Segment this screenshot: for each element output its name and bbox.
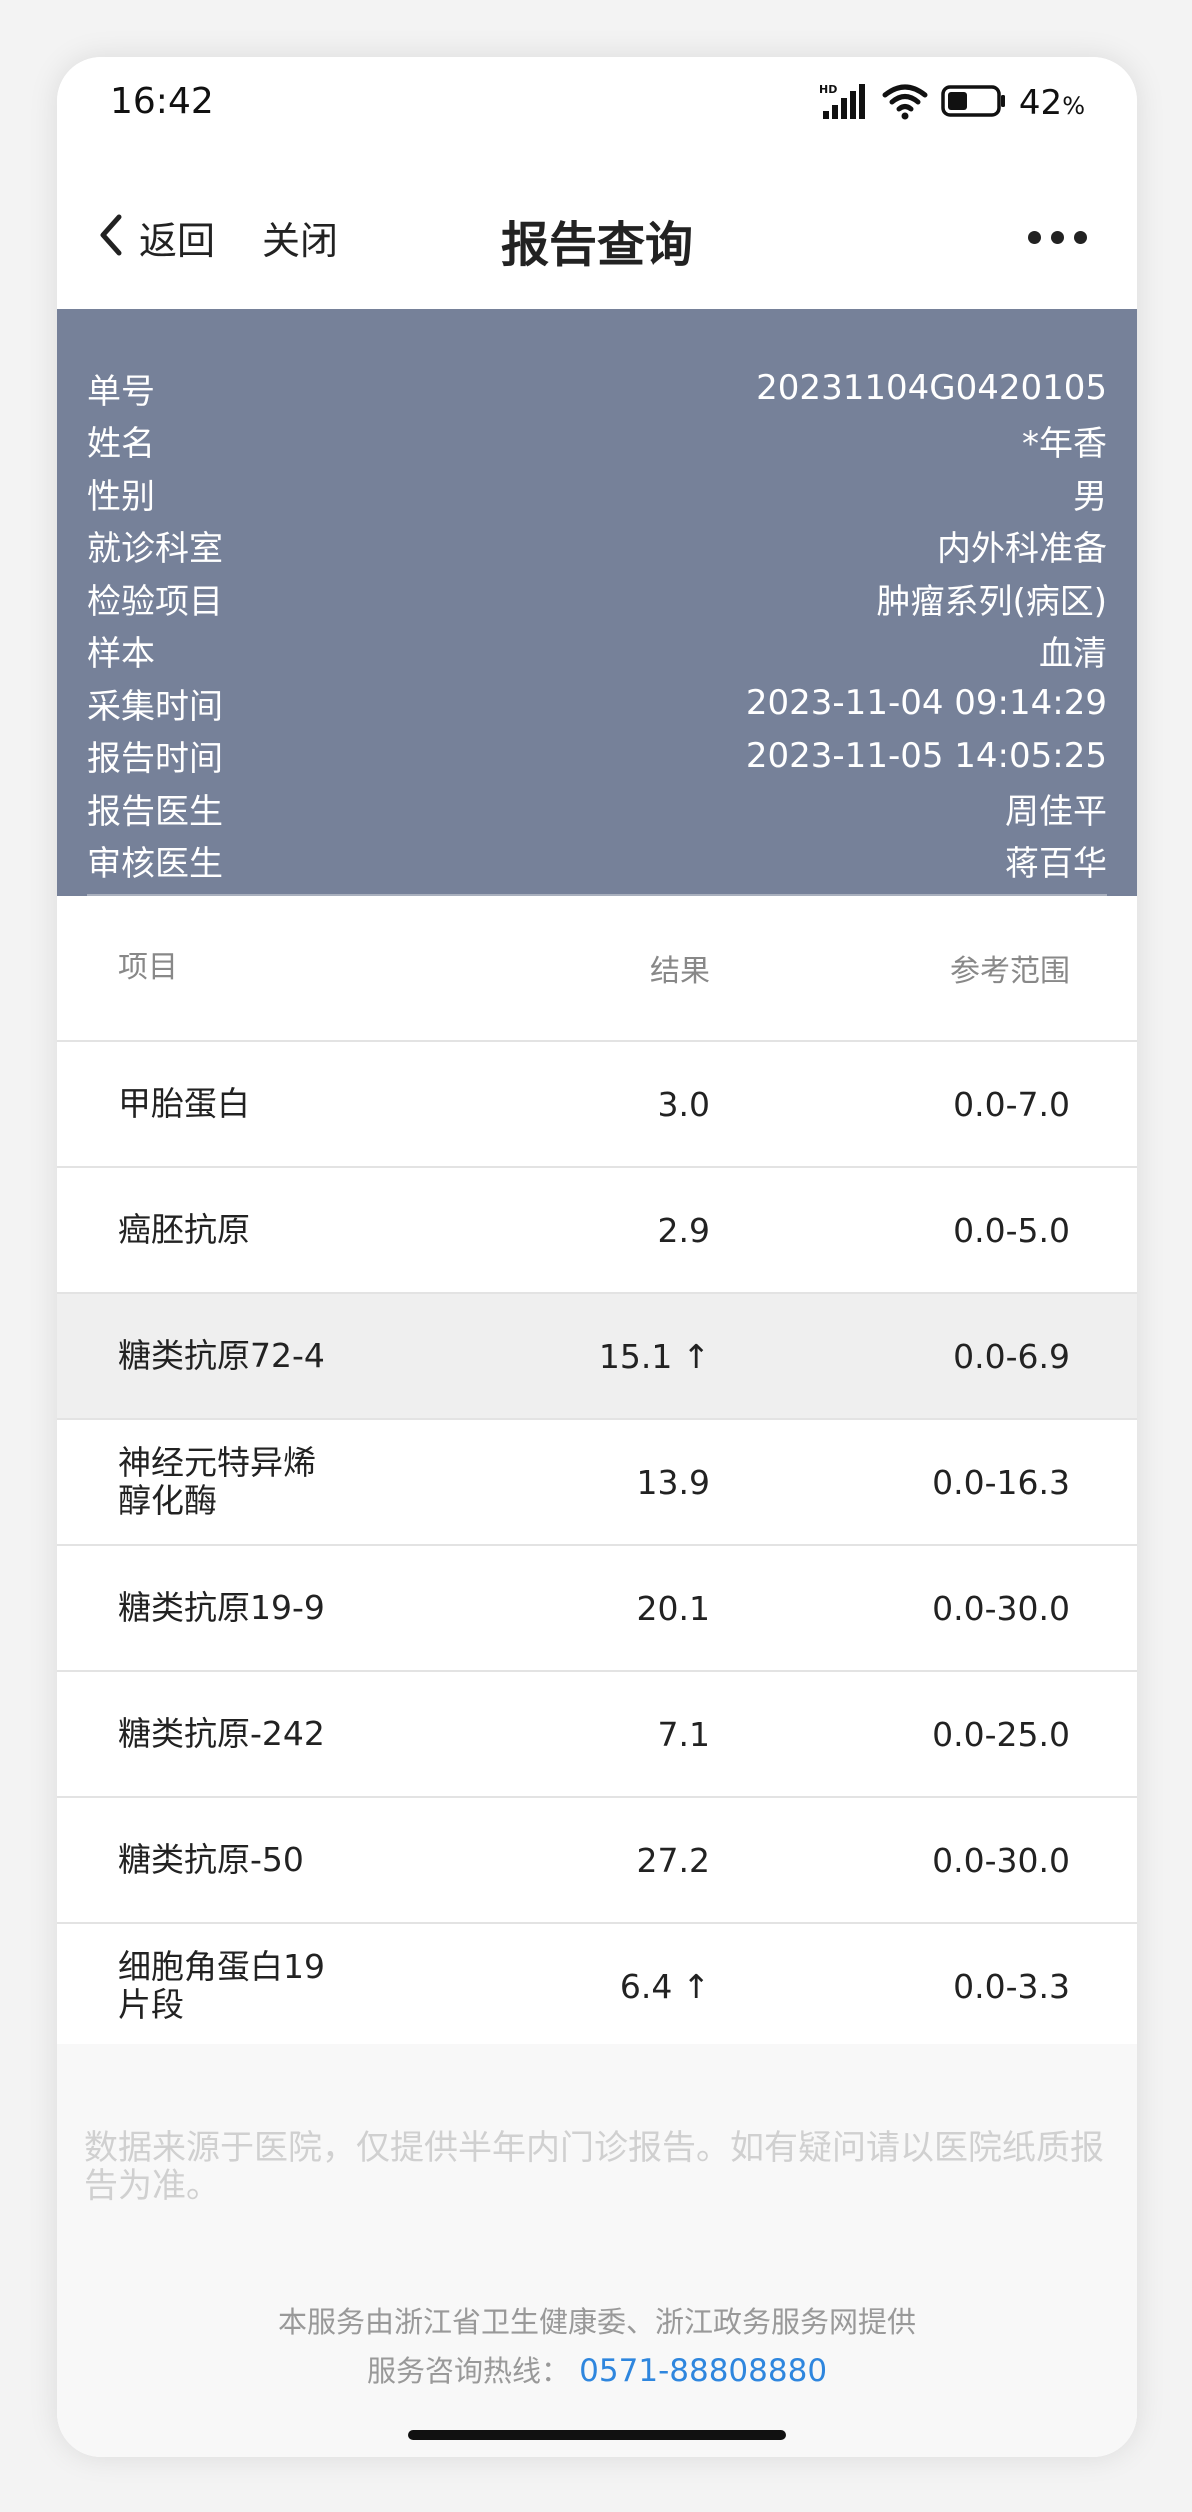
info-label: 姓名	[87, 424, 155, 465]
item-name: 糖类抗原-242	[118, 1714, 325, 1753]
item-name: 细胞角蛋白19 片段	[118, 1947, 325, 2024]
hotline-row: 服务咨询热线： 0571-88808880	[57, 2348, 1137, 2390]
item-range: 0.0-30.0	[932, 1840, 1070, 1880]
item-result: 27.2	[636, 1840, 710, 1880]
page-title: 报告查询	[500, 217, 693, 273]
info-row-report-time: 报告时间 2023-11-05 14:05:25	[87, 730, 1107, 783]
info-label: 报告时间	[87, 739, 223, 780]
item-range: 0.0-16.3	[932, 1462, 1070, 1502]
status-time: 16:42	[110, 81, 214, 122]
item-range: 0.0-30.0	[932, 1588, 1070, 1628]
signal-icon: HD	[819, 81, 869, 125]
more-dot-icon	[1027, 230, 1041, 244]
info-row-order-number: 单号 20231104G0420105	[87, 362, 1107, 415]
results-table: 项目 结果 参考范围 甲胎蛋白 3.0 0.0-7.0 癌胚抗原 2.9 0.0…	[57, 896, 1137, 2050]
info-value: 男	[1073, 476, 1107, 517]
disclaimer-text: 数据来源于医院，仅提供半年内门诊报告。如有疑问请以医院纸质报告为准。	[84, 2128, 1104, 2206]
footer: 数据来源于医院，仅提供半年内门诊报告。如有疑问请以医院纸质报告为准。 本服务由浙…	[57, 2044, 1137, 2457]
home-indicator[interactable]	[408, 2430, 786, 2440]
provider-text: 本服务由浙江省卫生健康委、浙江政务服务网提供	[277, 2305, 916, 2339]
info-value: 蒋百华	[1005, 844, 1107, 885]
status-icons: HD 42%	[819, 81, 1085, 125]
item-result: 7.1	[657, 1714, 710, 1754]
info-row-name: 姓名 *年香	[87, 415, 1107, 468]
header-result: 结果	[650, 954, 710, 989]
info-value: 肿瘤系列(病区)	[876, 581, 1107, 622]
info-label: 就诊科室	[87, 529, 223, 570]
table-row[interactable]: 细胞角蛋白19 片段 6.4 ↑ 0.0-3.3	[57, 1924, 1137, 2050]
item-name: 甲胎蛋白	[118, 1084, 250, 1123]
hotline-number-link[interactable]: 0571-88808880	[579, 2353, 827, 2389]
table-row[interactable]: 糖类抗原-242 7.1 0.0-25.0	[57, 1672, 1137, 1798]
item-name: 神经元特异烯 醇化酶	[118, 1443, 316, 1520]
item-name: 糖类抗原-50	[118, 1840, 304, 1879]
phone-screen: 16:42 HD 42% 返回 关闭 报告查询 单号 20231104G0420…	[57, 57, 1137, 2457]
info-row-sample: 样本 血清	[87, 625, 1107, 678]
info-label: 采集时间	[87, 686, 223, 727]
item-name: 癌胚抗原	[118, 1210, 250, 1249]
item-range: 0.0-6.9	[953, 1336, 1070, 1376]
item-name: 糖类抗原72-4	[118, 1336, 325, 1375]
item-name: 糖类抗原19-9	[118, 1588, 325, 1627]
more-dot-icon	[1050, 230, 1064, 244]
info-row-collection-time: 采集时间 2023-11-04 09:14:29	[87, 677, 1107, 730]
info-value: 血清	[1039, 634, 1107, 675]
more-dot-icon	[1073, 230, 1087, 244]
table-row[interactable]: 甲胎蛋白 3.0 0.0-7.0	[57, 1042, 1137, 1168]
table-row[interactable]: 糖类抗原19-9 20.1 0.0-30.0	[57, 1546, 1137, 1672]
item-result: 20.1	[636, 1588, 710, 1628]
item-range: 0.0-25.0	[932, 1714, 1070, 1754]
item-result: 13.9	[636, 1462, 710, 1502]
info-row-report-doctor: 报告医生 周佳平	[87, 782, 1107, 835]
info-value: 周佳平	[1005, 791, 1107, 832]
table-header: 项目 结果 参考范围	[57, 896, 1137, 1042]
header-item: 项目	[118, 950, 178, 985]
item-result: 15.1 ↑	[598, 1336, 710, 1376]
nav-bar: 返回 关闭 报告查询	[57, 167, 1137, 309]
battery-icon	[941, 84, 1007, 122]
more-options-button[interactable]	[1017, 209, 1097, 265]
status-bar: 16:42 HD 42%	[57, 57, 1137, 167]
report-info-panel: 单号 20231104G0420105 姓名 *年香 性别 男 就诊科室 内外科…	[57, 309, 1137, 896]
item-range: 0.0-5.0	[953, 1210, 1070, 1250]
info-row-test-item: 检验项目 肿瘤系列(病区)	[87, 572, 1107, 625]
header-range: 参考范围	[950, 954, 1070, 989]
info-label: 审核医生	[87, 844, 223, 885]
info-row-department: 就诊科室 内外科准备	[87, 520, 1107, 573]
info-label: 报告医生	[87, 791, 223, 832]
info-row-gender: 性别 男	[87, 467, 1107, 520]
item-range: 0.0-3.3	[953, 1966, 1070, 2006]
wifi-icon	[881, 81, 929, 125]
battery-percent: 42%	[1018, 83, 1085, 123]
item-result: 2.9	[657, 1210, 710, 1250]
info-value: 2023-11-04 09:14:29	[745, 683, 1107, 724]
info-label: 检验项目	[87, 581, 223, 622]
info-label: 性别	[87, 476, 155, 517]
table-row[interactable]: 糖类抗原-50 27.2 0.0-30.0	[57, 1798, 1137, 1924]
arrow-up-icon: ↑	[682, 1966, 710, 2006]
item-range: 0.0-7.0	[953, 1084, 1070, 1124]
info-row-review-doctor: 审核医生 蒋百华	[87, 835, 1107, 888]
info-label: 单号	[87, 371, 155, 412]
table-row[interactable]: 神经元特异烯 醇化酶 13.9 0.0-16.3	[57, 1420, 1137, 1546]
table-row[interactable]: 癌胚抗原 2.9 0.0-5.0	[57, 1168, 1137, 1294]
info-value: 内外科准备	[937, 529, 1107, 570]
svg-text:HD: HD	[819, 83, 837, 96]
arrow-up-icon: ↑	[682, 1336, 710, 1376]
info-value: *年香	[1022, 424, 1107, 465]
info-value: 2023-11-05 14:05:25	[745, 735, 1107, 776]
hotline-label: 服务咨询热线：	[366, 2354, 570, 2388]
info-value: 20231104G0420105	[756, 368, 1107, 409]
item-result: 3.0	[657, 1084, 710, 1124]
item-result: 6.4 ↑	[619, 1966, 710, 2006]
table-row-abnormal[interactable]: 糖类抗原72-4 15.1 ↑ 0.0-6.9	[57, 1294, 1137, 1420]
info-label: 样本	[87, 634, 155, 675]
